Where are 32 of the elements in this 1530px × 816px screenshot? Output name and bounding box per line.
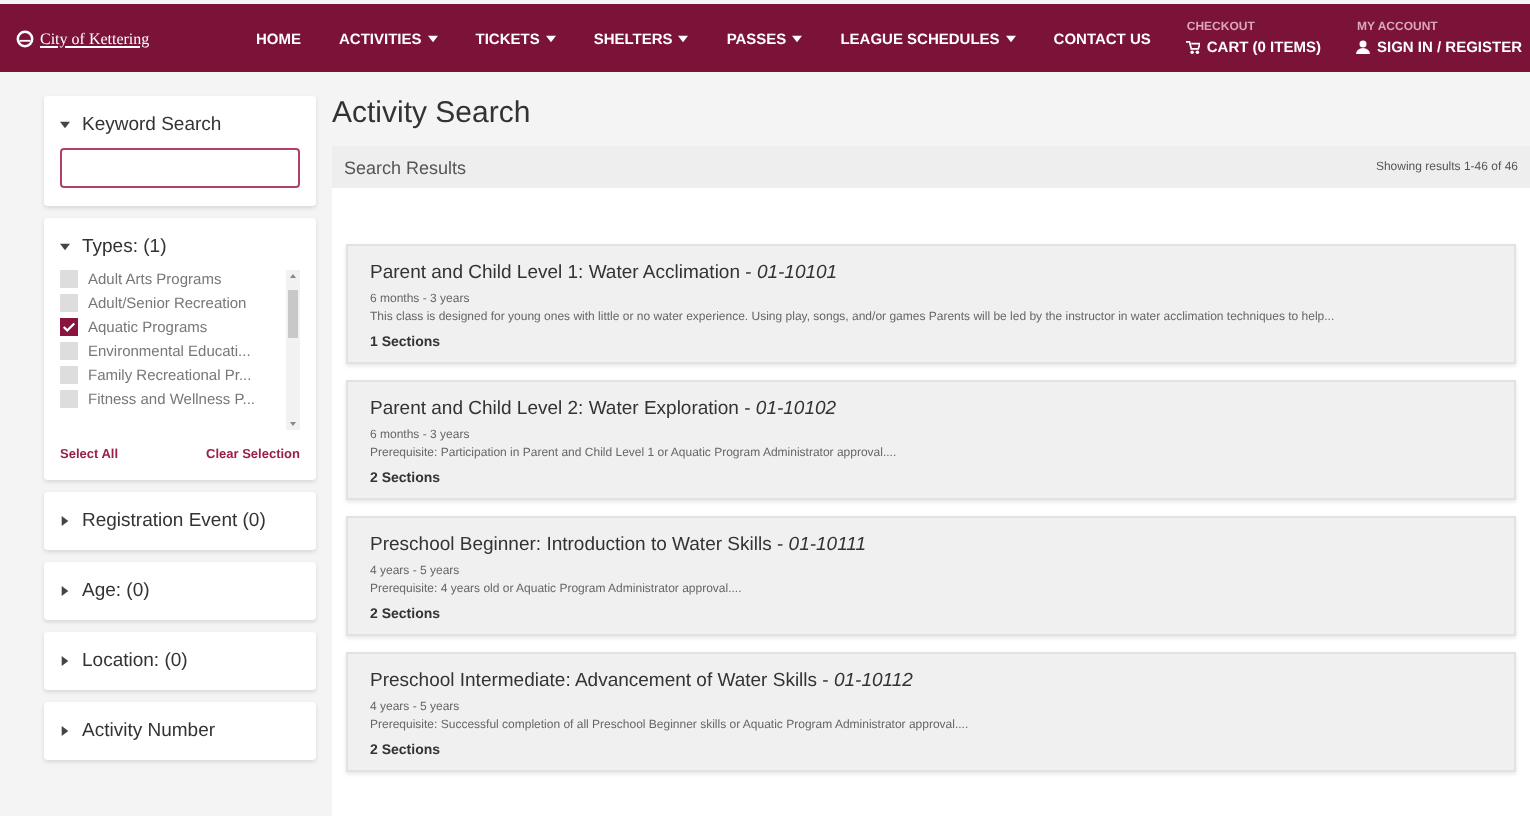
filter-header[interactable]: Keyword Search — [60, 114, 300, 136]
caret-right-icon — [60, 726, 70, 736]
activity-title: Parent and Child Level 2: Water Exploration - 01-10102 — [370, 398, 839, 420]
checkbox[interactable] — [60, 318, 78, 336]
caret-right-icon — [60, 656, 70, 666]
filter-header[interactable]: Age: (0) — [60, 580, 300, 602]
checkbox[interactable] — [60, 390, 78, 408]
activity-title: Parent and Child Level 1: Water Acclimation - 01-10101 — [370, 262, 840, 284]
logo-text[interactable]: City of Kettering — [40, 29, 150, 47]
filter-header[interactable]: Types: (1) — [60, 236, 300, 258]
caret-right-icon — [60, 586, 70, 596]
user-icon — [1356, 39, 1371, 53]
activity-title: Preschool Intermediate: Advancement of Water Skills - 01-10112 — [370, 670, 915, 692]
filter-header[interactable]: Activity Number — [60, 720, 300, 742]
checkbox[interactable] — [60, 366, 78, 384]
results-title: Search Results — [344, 157, 467, 177]
caret-down-icon — [60, 120, 70, 130]
cart-icon — [1186, 39, 1201, 53]
activity-card[interactable] — [346, 244, 1516, 364]
activity-card[interactable] — [346, 652, 1516, 772]
filter-header[interactable]: Location: (0) — [60, 650, 300, 672]
logo-icon — [16, 29, 34, 47]
checkbox[interactable] — [60, 294, 78, 312]
scrollbar[interactable] — [286, 270, 300, 430]
filter-header[interactable]: Registration Event (0) — [60, 510, 300, 532]
page-title: Activity Search — [332, 96, 533, 130]
keyword-input[interactable] — [60, 148, 300, 188]
checkbox[interactable] — [60, 342, 78, 360]
caret-right-icon — [60, 516, 70, 526]
caret-down-icon — [60, 242, 70, 252]
checkbox[interactable] — [60, 270, 78, 288]
activity-title: Preschool Beginner: Introduction to Water Skills - 01-10111 — [370, 534, 869, 556]
